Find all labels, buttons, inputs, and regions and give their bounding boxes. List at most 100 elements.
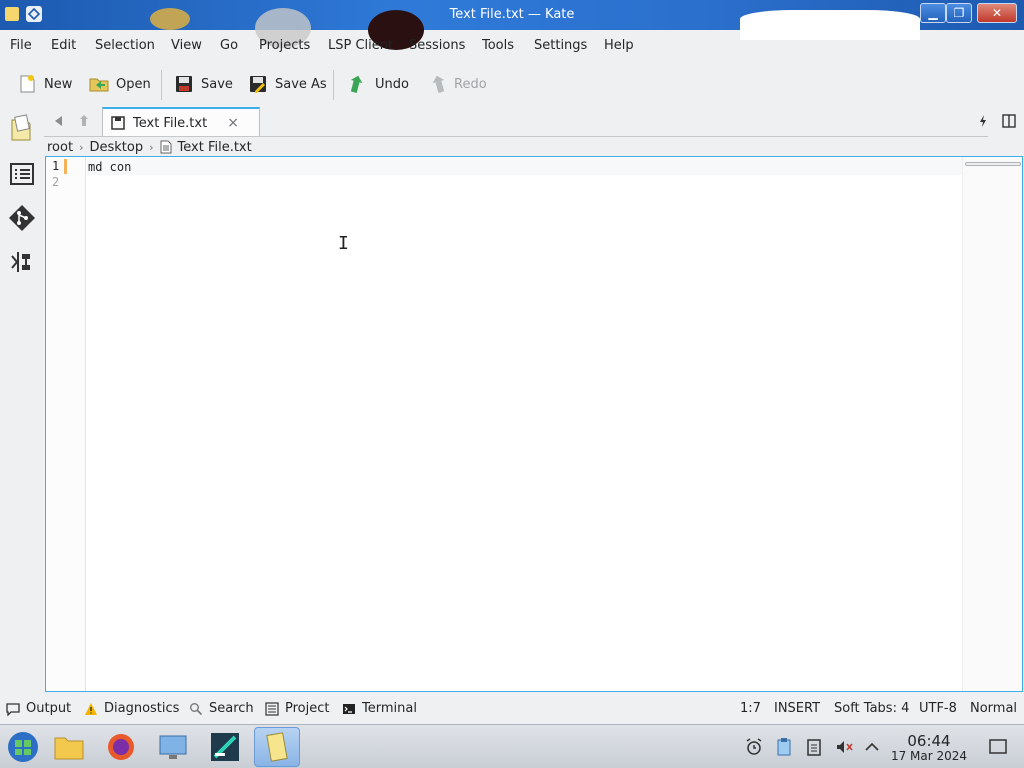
open-label: Open — [116, 76, 151, 92]
ide-icon — [211, 733, 239, 761]
tool-tab-diagnostics-label: Diagnostics — [104, 701, 180, 716]
tool-tab-terminal[interactable]: Terminal — [342, 701, 417, 716]
current-line-highlight — [87, 158, 962, 175]
crumb-file[interactable]: Text File.txt — [178, 140, 252, 155]
tool-tab-project-label: Project — [285, 701, 330, 716]
taskbar-kate[interactable] — [254, 727, 300, 767]
back-arrow-icon[interactable] — [52, 114, 66, 128]
start-button[interactable] — [0, 727, 46, 767]
editor-text[interactable]: md con — [88, 159, 131, 175]
toolbar-separator — [161, 70, 162, 100]
menu-view[interactable]: View — [171, 38, 202, 53]
split-view-icon[interactable] — [1002, 114, 1016, 128]
kate-notepad-icon — [266, 732, 288, 762]
start-orb-icon — [8, 732, 38, 762]
chevron-up-icon[interactable] — [862, 737, 882, 757]
chevron-right-icon: › — [149, 140, 154, 154]
save-as-button[interactable]: Save As — [247, 70, 327, 98]
taskbar: 06:44 17 Mar 2024 — [0, 724, 1024, 768]
tool-tab-project[interactable]: Project — [265, 701, 329, 716]
open-button[interactable]: Open — [88, 70, 151, 98]
redo-label: Redo — [454, 76, 487, 92]
text-editor[interactable]: 1 2 md con — [45, 156, 1023, 692]
symbol-list-icon[interactable] — [8, 160, 36, 188]
taskbar-firefox[interactable] — [98, 727, 144, 767]
terminal-icon — [343, 703, 355, 714]
clock-time[interactable]: 06:44 — [896, 732, 962, 750]
tool-tab-diagnostics[interactable]: Diagnostics — [84, 701, 179, 716]
clock-date[interactable]: 17 Mar 2024 — [886, 749, 972, 763]
folder-icon — [54, 737, 84, 760]
menu-help[interactable]: Help — [604, 38, 634, 53]
clipboard-icon[interactable] — [774, 737, 794, 757]
menu-bar: File Edit Selection View Go Projects LSP… — [0, 32, 1024, 60]
new-document-icon — [20, 75, 35, 93]
new-button[interactable]: New — [16, 70, 72, 98]
minimap-viewport[interactable] — [965, 162, 1021, 166]
cursor-position[interactable]: 1:7 — [740, 701, 761, 716]
taskbar-ide[interactable] — [202, 727, 248, 767]
menu-selection[interactable]: Selection — [95, 38, 155, 53]
menu-sessions[interactable]: Sessions — [409, 38, 465, 53]
forward-arrow-icon[interactable] — [78, 114, 92, 128]
monitor-icon — [159, 735, 187, 759]
minimize-button[interactable]: ▁ — [920, 3, 946, 23]
project-list-icon — [265, 701, 279, 716]
new-label: New — [44, 76, 73, 92]
line-number: 1 — [52, 159, 60, 173]
folder-open-icon — [89, 78, 109, 92]
save-button[interactable]: Save — [173, 70, 233, 98]
tool-tab-output[interactable]: Output — [6, 701, 71, 716]
taskbar-file-manager[interactable] — [46, 727, 92, 767]
line-number-gutter: 1 2 — [46, 157, 86, 691]
chat-bubble-icon — [6, 702, 20, 716]
crumb-desktop[interactable]: Desktop — [89, 140, 143, 155]
redo-arrow-icon — [432, 75, 445, 93]
tab-label: Text File.txt — [133, 115, 208, 131]
menu-tools[interactable]: Tools — [482, 38, 514, 53]
menu-projects[interactable]: Projects — [259, 38, 310, 53]
show-desktop-icon[interactable] — [988, 737, 1008, 757]
tool-tab-terminal-label: Terminal — [362, 701, 417, 716]
modified-line-marker — [64, 159, 67, 174]
save-as-label: Save As — [275, 76, 327, 92]
encoding[interactable]: UTF-8 — [919, 701, 957, 716]
menu-lsp-client[interactable]: LSP Client — [328, 38, 393, 53]
maximize-button[interactable]: ❐ — [946, 3, 972, 23]
menu-edit[interactable]: Edit — [51, 38, 76, 53]
minimap-scrollbar[interactable] — [962, 157, 1022, 691]
pin-icon[interactable] — [976, 114, 990, 128]
breadcrumb: root › Desktop › Text File.txt — [47, 138, 252, 156]
toolbar-separator — [333, 70, 334, 100]
title-bar: Text File.txt — Kate ▁ ❐ ✕ — [0, 0, 1024, 50]
tab-text-file[interactable]: Text File.txt × — [102, 107, 260, 137]
redo-button[interactable]: Redo — [426, 70, 487, 98]
crumb-root[interactable]: root — [47, 140, 73, 155]
edit-mode[interactable]: INSERT — [774, 701, 820, 716]
taskbar-remote-desktop[interactable] — [150, 727, 196, 767]
left-sidebar — [0, 108, 44, 288]
git-icon[interactable] — [8, 204, 36, 232]
undo-button[interactable]: Undo — [347, 70, 409, 98]
close-window-button[interactable]: ✕ — [977, 3, 1017, 23]
documents-icon[interactable] — [8, 114, 36, 142]
notes-icon[interactable] — [804, 737, 824, 757]
window-title: Text File.txt — Kate — [449, 7, 575, 22]
line-number: 2 — [52, 175, 60, 189]
menu-settings[interactable]: Settings — [534, 38, 587, 53]
menu-file[interactable]: File — [10, 38, 32, 53]
status-bar: Output Diagnostics Search Project Termin… — [0, 698, 1024, 720]
tab-divider — [44, 136, 988, 137]
project-tree-icon[interactable] — [8, 248, 36, 276]
tab-close-button[interactable]: × — [227, 115, 239, 131]
floppy-icon — [111, 116, 125, 130]
input-mode[interactable]: Normal — [970, 701, 1017, 716]
warning-icon — [85, 702, 97, 715]
indentation-setting[interactable]: Soft Tabs: 4 — [834, 701, 909, 716]
main-toolbar: New Open Save Save As Undo Redo — [0, 64, 1024, 104]
document-tab-bar: Text File.txt × — [44, 106, 1024, 137]
tool-tab-search[interactable]: Search — [189, 701, 254, 716]
alarm-clock-icon[interactable] — [744, 737, 764, 757]
menu-go[interactable]: Go — [220, 38, 238, 53]
volume-muted-icon[interactable] — [834, 737, 854, 757]
